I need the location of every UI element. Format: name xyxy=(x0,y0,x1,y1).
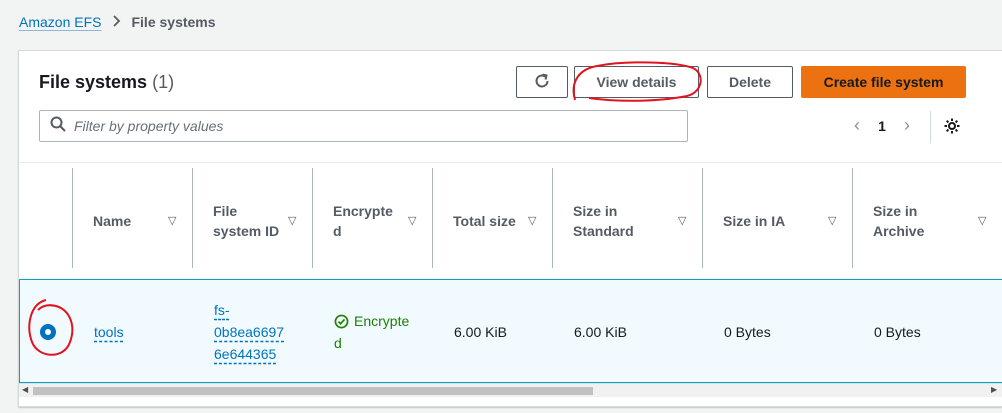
column-header-size-in-archive[interactable]: Size in Archive ▽ xyxy=(873,163,1002,279)
cell-size-in-archive: 0 Bytes xyxy=(874,324,921,340)
horizontal-scrollbar[interactable]: ◀ ▶ xyxy=(19,383,1002,397)
sort-icon[interactable]: ▽ xyxy=(528,211,536,231)
column-divider xyxy=(72,168,73,268)
page-number[interactable]: 1 xyxy=(867,118,897,134)
column-divider xyxy=(192,168,193,268)
create-file-system-button[interactable]: Create file system xyxy=(801,66,966,98)
refresh-button[interactable] xyxy=(516,66,568,98)
view-details-button[interactable]: View details xyxy=(574,66,699,98)
cell-size-in-standard: 6.00 KiB xyxy=(574,324,627,340)
pagination: ‹ 1 › xyxy=(847,115,917,136)
cell-encrypted: Encrypte d xyxy=(334,280,409,384)
filter-search-field[interactable] xyxy=(39,110,688,142)
panel-count: (1) xyxy=(152,72,175,92)
scroll-right-icon[interactable]: ▶ xyxy=(991,385,997,394)
column-divider xyxy=(312,168,313,268)
file-system-id-link[interactable]: fs- 0b8ea6697 6e644365 xyxy=(214,299,284,365)
column-header-total-size[interactable]: Total size ▽ xyxy=(453,163,553,279)
column-header-size-in-ia[interactable]: Size in IA ▽ xyxy=(723,163,853,279)
breadcrumb-current: File systems xyxy=(131,14,216,30)
file-systems-panel: File systems (1) View details Delete Cre… xyxy=(18,50,1002,407)
encrypted-status: Encrypte xyxy=(354,313,410,329)
column-divider xyxy=(432,168,433,268)
cell-size-in-ia: 0 Bytes xyxy=(724,324,771,340)
row-radio-button[interactable] xyxy=(40,324,56,340)
cell-total-size: 6.00 KiB xyxy=(454,324,507,340)
gear-icon[interactable] xyxy=(941,115,963,137)
sort-icon[interactable]: ▽ xyxy=(408,211,416,231)
scrollbar-thumb[interactable] xyxy=(33,387,593,395)
table-header: Name ▽ File system ID ▽ Encrypte d ▽ Tot… xyxy=(19,162,1002,278)
chevron-right-icon[interactable]: › xyxy=(897,115,917,136)
search-input[interactable] xyxy=(74,118,674,134)
encrypted-status-cont: d xyxy=(334,335,342,351)
divider xyxy=(930,111,931,143)
sort-icon[interactable]: ▽ xyxy=(978,211,986,231)
column-header-name[interactable]: Name ▽ xyxy=(93,163,193,279)
table-row[interactable]: tools fs- 0b8ea6697 6e644365 Encrypte d … xyxy=(19,279,1002,383)
delete-button[interactable]: Delete xyxy=(707,66,793,98)
cell-name: tools xyxy=(94,280,124,384)
cell-file-system-id: fs- 0b8ea6697 6e644365 xyxy=(214,280,284,384)
breadcrumb-amazon-efs-link[interactable]: Amazon EFS xyxy=(19,14,101,30)
search-icon xyxy=(50,116,66,137)
sort-icon[interactable]: ▽ xyxy=(168,211,176,231)
page-title: File systems (1) xyxy=(39,72,174,93)
file-system-name-link[interactable]: tools xyxy=(94,321,124,343)
refresh-icon xyxy=(533,72,551,93)
breadcrumb: Amazon EFS File systems xyxy=(19,14,216,30)
chevron-left-icon[interactable]: ‹ xyxy=(847,115,867,136)
check-circle-icon xyxy=(334,314,349,329)
column-header-size-in-standard[interactable]: Size in Standard ▽ xyxy=(573,163,703,279)
chevron-right-icon xyxy=(113,14,121,30)
column-divider xyxy=(852,168,853,268)
column-divider xyxy=(702,168,703,268)
column-header-encrypted[interactable]: Encrypte d ▽ xyxy=(333,163,433,279)
panel-title-text: File systems xyxy=(39,72,148,92)
sort-icon[interactable]: ▽ xyxy=(828,211,836,231)
column-header-file-system-id[interactable]: File system ID ▽ xyxy=(213,163,313,279)
scroll-left-icon[interactable]: ◀ xyxy=(22,385,28,394)
sort-icon[interactable]: ▽ xyxy=(678,211,686,231)
column-divider xyxy=(552,168,553,268)
sort-icon[interactable]: ▽ xyxy=(288,211,296,231)
